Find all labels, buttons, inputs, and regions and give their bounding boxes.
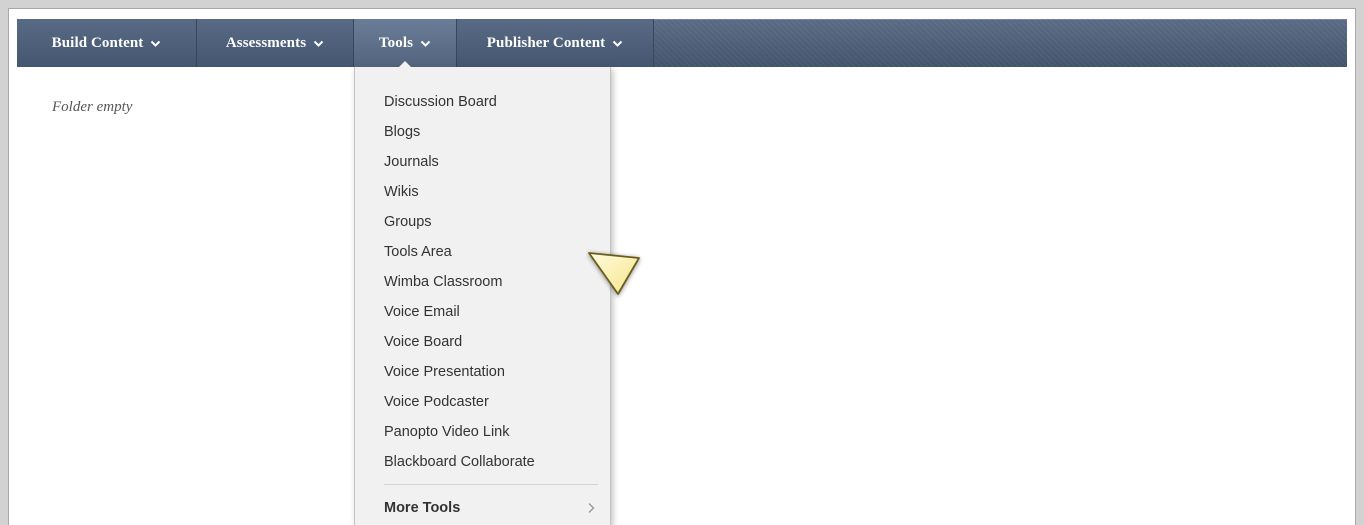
publisher-content-menu-button[interactable]: Publisher Content <box>457 19 654 67</box>
build-content-menu-button[interactable]: Build Content <box>17 19 197 67</box>
menu-item-blogs[interactable]: Blogs <box>384 121 535 151</box>
menu-item-discussion-board[interactable]: Discussion Board <box>384 91 535 121</box>
more-tools-menu-item[interactable]: More Tools <box>384 496 596 520</box>
menu-divider <box>384 484 598 485</box>
menu-item-tools-area[interactable]: Tools Area <box>384 241 535 271</box>
menu-item-groups[interactable]: Groups <box>384 211 535 241</box>
content-border <box>8 8 1356 525</box>
folder-empty-text: Folder empty <box>52 99 133 115</box>
tools-menu-button[interactable]: Tools <box>354 19 457 67</box>
menu-item-voice-board[interactable]: Voice Board <box>384 331 535 361</box>
menu-item-voice-email[interactable]: Voice Email <box>384 301 535 331</box>
action-bar: Build Content Assessments Tools Publishe… <box>17 19 1347 67</box>
publisher-content-label: Publisher Content <box>486 34 606 51</box>
menu-item-blackboard-collaborate[interactable]: Blackboard Collaborate <box>384 451 535 481</box>
menu-item-voice-podcaster[interactable]: Voice Podcaster <box>384 391 535 421</box>
chevron-down-icon <box>420 40 431 47</box>
build-content-label: Build Content <box>51 34 144 51</box>
arrow-pointer-icon <box>588 252 640 295</box>
chevron-down-icon <box>151 40 161 47</box>
chevron-down-icon <box>613 40 623 47</box>
menu-item-wikis[interactable]: Wikis <box>384 181 535 211</box>
dropdown-notch <box>398 61 412 68</box>
tools-dropdown-menu: Discussion Board Blogs Journals Wikis Gr… <box>354 67 611 525</box>
chevron-right-icon <box>588 503 595 513</box>
tools-menu-list: Discussion Board Blogs Journals Wikis Gr… <box>384 91 535 481</box>
menu-item-journals[interactable]: Journals <box>384 151 535 181</box>
menu-item-panopto-video-link[interactable]: Panopto Video Link <box>384 421 535 451</box>
action-bar-menus: Build Content Assessments Tools Publishe… <box>17 19 654 67</box>
assessments-menu-button[interactable]: Assessments <box>197 19 354 67</box>
menu-item-voice-presentation[interactable]: Voice Presentation <box>384 361 535 391</box>
chevron-down-icon <box>313 40 324 47</box>
tools-label: Tools <box>378 34 414 51</box>
more-tools-label: More Tools <box>384 500 461 516</box>
assessments-label: Assessments <box>225 34 307 51</box>
menu-item-wimba-classroom[interactable]: Wimba Classroom <box>384 271 535 301</box>
